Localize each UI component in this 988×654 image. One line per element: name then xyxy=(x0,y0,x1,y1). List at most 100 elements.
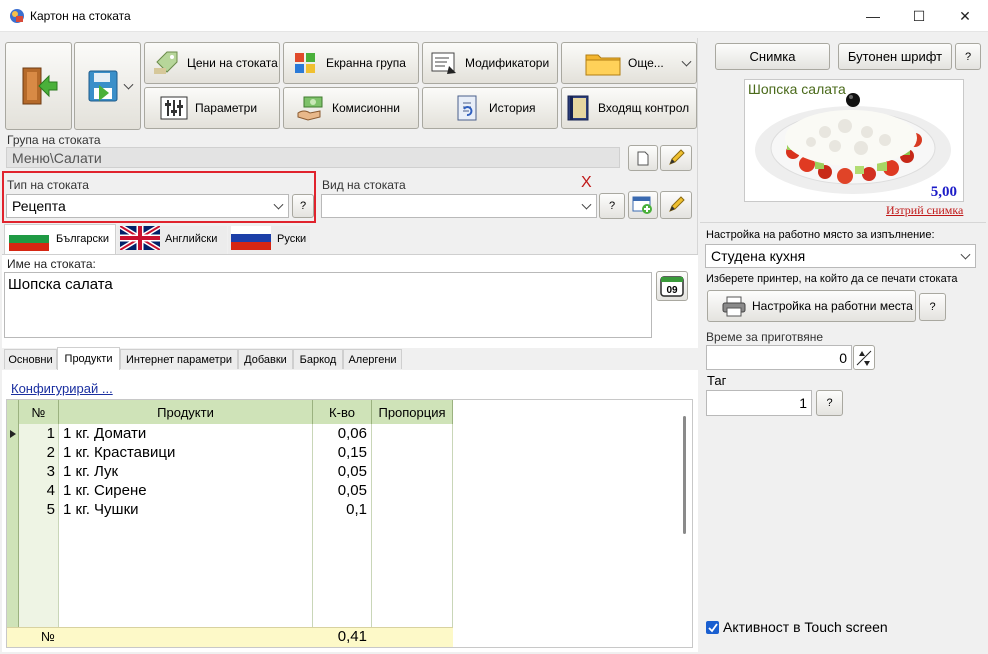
tab-barcode[interactable]: Баркод xyxy=(293,349,343,369)
edit-kind-button[interactable] xyxy=(660,191,692,219)
screen-group-button[interactable]: Екранна група xyxy=(283,42,419,84)
row-product: 1 кг. Сирене xyxy=(63,482,147,499)
grid-footer xyxy=(7,627,453,647)
group-field: Меню\Салати xyxy=(6,147,620,168)
maximize-button[interactable]: ☐ xyxy=(896,0,942,32)
table-row[interactable]: 2 1 кг. Краставици 0,15 xyxy=(19,443,453,462)
calendar-button[interactable]: 09 xyxy=(656,271,688,301)
prep-time-label: Време за приготвяне xyxy=(706,330,824,344)
tab-basic[interactable]: Основни xyxy=(4,349,57,369)
money-hand-icon xyxy=(297,96,323,121)
button-font-button[interactable]: Бутонен шрифт xyxy=(838,43,952,70)
product-photo: Шопска салата 5,00 xyxy=(744,79,964,202)
row-product: 1 кг. Домати xyxy=(63,425,147,442)
footer-no: № xyxy=(41,629,55,644)
row-number: 4 xyxy=(46,482,55,499)
configure-link[interactable]: Конфигурирай ... xyxy=(11,381,113,396)
table-row[interactable]: 4 1 кг. Сирене 0,05 xyxy=(19,481,453,500)
delete-photo-link[interactable]: Изтрий снимка xyxy=(886,203,963,218)
row-number: 3 xyxy=(46,463,55,480)
printer-icon xyxy=(722,296,746,317)
table-row[interactable]: 1 1 кг. Домати 0,06 xyxy=(19,424,453,443)
checkmark-icon xyxy=(707,622,718,632)
tag-input[interactable]: 1 xyxy=(706,390,812,416)
type-select[interactable]: Рецепта xyxy=(6,194,289,218)
photo-button[interactable]: Снимка xyxy=(715,43,830,70)
row-number: 2 xyxy=(46,444,55,461)
products-grid: № Продукти К-во Пропорция 1 1 кг. Домати 0… xyxy=(6,399,693,648)
type-help-button[interactable]: ? xyxy=(292,194,314,218)
row-qty: 0,05 xyxy=(337,482,367,499)
kind-help-button[interactable]: ? xyxy=(599,193,625,219)
tab-allergens[interactable]: Алергени xyxy=(343,349,402,369)
col-header-product[interactable]: Продукти xyxy=(59,400,313,424)
save-button[interactable] xyxy=(74,42,141,130)
row-product: 1 кг. Лук xyxy=(63,463,119,480)
more-button[interactable]: Още... xyxy=(561,42,697,84)
tab-products[interactable]: Продукти xyxy=(57,347,120,370)
lang-tab-russian[interactable]: Руски xyxy=(228,226,310,254)
modifiers-button[interactable]: Модификатори xyxy=(422,42,558,84)
type-value: Рецепта xyxy=(12,198,66,214)
photo-help-button[interactable]: ? xyxy=(955,43,981,70)
tab-addons[interactable]: Добавки xyxy=(238,349,293,369)
incoming-control-button[interactable]: Входящ контрол xyxy=(561,87,697,129)
parameters-button[interactable]: Параметри xyxy=(144,87,280,129)
current-row-arrow-icon xyxy=(10,430,16,438)
prices-button[interactable]: Цени на стоката xyxy=(144,42,280,84)
name-textarea[interactable]: Шопска салата xyxy=(4,272,652,338)
sliders-icon xyxy=(160,96,188,120)
col-header-proportion[interactable]: Пропорция xyxy=(372,400,453,424)
calendar-icon: 09 xyxy=(660,276,684,297)
prep-time-input[interactable]: 0 xyxy=(706,345,852,370)
up-down-arrows-icon xyxy=(856,350,872,366)
kind-clear-x[interactable]: X xyxy=(581,174,592,192)
row-number: 5 xyxy=(46,501,55,518)
photo-price: 5,00 xyxy=(930,184,957,200)
kind-select[interactable] xyxy=(321,194,597,218)
chevron-down-icon xyxy=(960,249,971,260)
workplaces-setup-button[interactable]: Настройка на работни места xyxy=(707,290,916,322)
app-icon xyxy=(10,9,24,23)
minimize-button[interactable]: — xyxy=(850,0,896,32)
tag-help-button[interactable]: ? xyxy=(816,390,843,416)
bulgaria-flag-icon xyxy=(9,227,49,251)
prep-time-spinner[interactable] xyxy=(853,345,875,370)
russia-flag-icon xyxy=(231,226,271,250)
col-header-qty[interactable]: К-во xyxy=(313,400,372,424)
add-kind-button[interactable] xyxy=(628,191,658,219)
title-bar: Картон на стоката — ☐ ✕ xyxy=(0,0,988,32)
commission-button[interactable]: Комисионни xyxy=(283,87,419,129)
pencil-icon xyxy=(669,196,685,212)
history-button[interactable]: История xyxy=(422,87,558,129)
close-button[interactable]: ✕ xyxy=(942,0,988,32)
group-label: Група на стоката xyxy=(7,133,101,147)
printer-label: Изберете принтер, на който да се печати … xyxy=(706,273,958,285)
chevron-down-icon xyxy=(681,56,692,67)
new-group-button[interactable] xyxy=(628,145,658,171)
edit-group-button[interactable] xyxy=(660,145,692,171)
touch-screen-checkbox[interactable] xyxy=(706,621,719,634)
workplace-select[interactable]: Студена кухня xyxy=(705,244,976,268)
touch-screen-label: Активност в Touch screen xyxy=(723,619,888,635)
col-header-no[interactable]: № xyxy=(19,400,59,424)
pencil-icon xyxy=(669,149,685,165)
salad-photo-image xyxy=(755,93,951,194)
book-icon xyxy=(567,95,589,121)
row-qty: 0,1 xyxy=(346,501,367,518)
product-card-window: Картон на стоката — ☐ ✕ Цени на стоката … xyxy=(0,0,988,654)
workplaces-help-button[interactable]: ? xyxy=(919,293,946,321)
new-document-icon xyxy=(637,151,649,165)
table-row[interactable]: 3 1 кг. Лук 0,05 xyxy=(19,462,453,481)
table-row[interactable]: 5 1 кг. Чушки 0,1 xyxy=(19,500,453,519)
vertical-scrollbar[interactable] xyxy=(683,416,686,534)
windows-grid-icon xyxy=(295,53,315,73)
exit-button[interactable] xyxy=(5,42,72,130)
price-tag-icon xyxy=(154,51,178,74)
lang-tab-english[interactable]: Английски xyxy=(117,226,227,254)
tab-internet-params[interactable]: Интернет параметри xyxy=(120,349,238,369)
folder-icon xyxy=(585,54,621,76)
lang-tab-bulgarian[interactable]: Български xyxy=(4,224,116,254)
tag-label: Таг xyxy=(707,373,727,388)
add-window-icon xyxy=(632,196,652,214)
